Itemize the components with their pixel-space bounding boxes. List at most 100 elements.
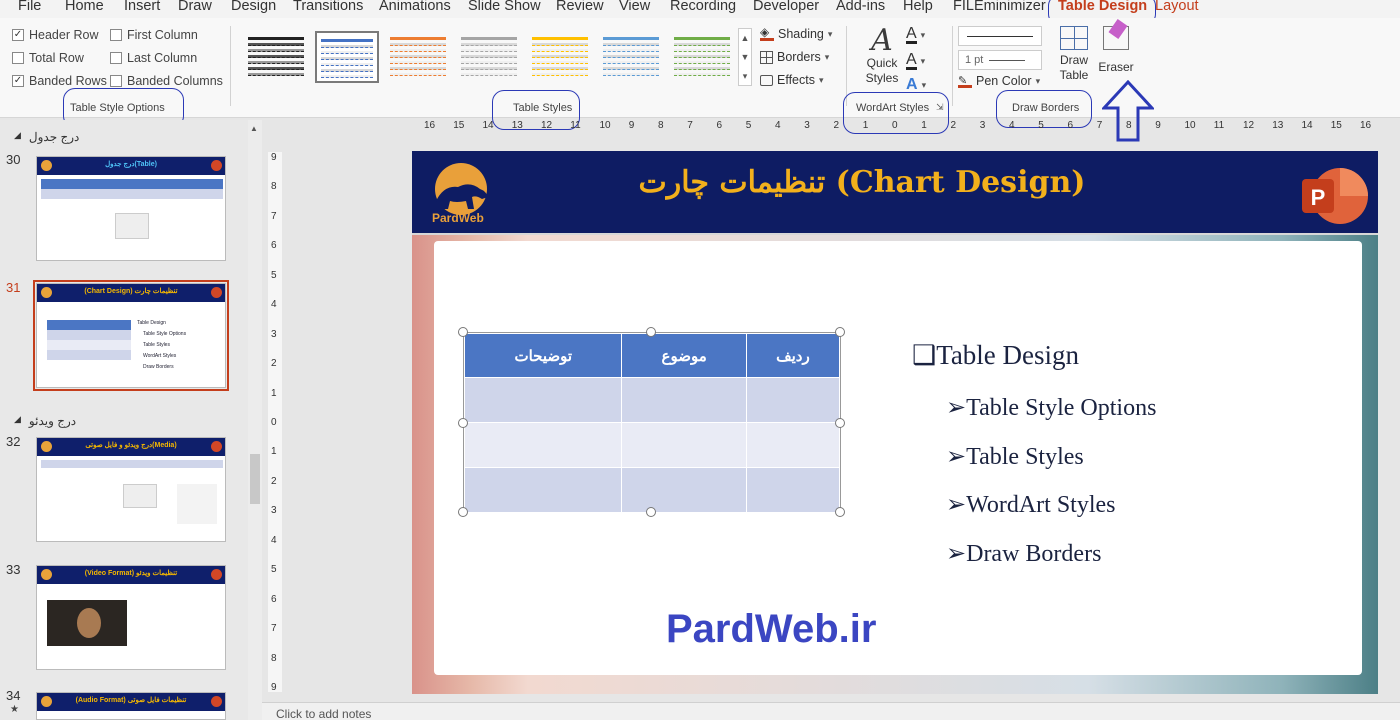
- tab-fileminimizer[interactable]: FILEminimizer: [953, 0, 1046, 14]
- borders-label: Borders: [777, 50, 821, 64]
- style-thumb-row: [321, 45, 373, 48]
- slide-thumbnail-31[interactable]: (Chart Design) تنظیمات چارت Table Design…: [33, 280, 229, 391]
- resize-handle[interactable]: [458, 327, 468, 337]
- resize-handle[interactable]: [646, 327, 656, 337]
- table-style-thumb[interactable]: [528, 31, 592, 83]
- resize-handle[interactable]: [835, 327, 845, 337]
- tab-transitions[interactable]: Transitions: [293, 0, 363, 14]
- eraser-button[interactable]: Eraser: [1096, 19, 1136, 74]
- table-header-cell[interactable]: ردیف: [745, 333, 841, 378]
- gallery-scroll[interactable]: ▲ ▼ ▾: [738, 28, 752, 86]
- table-cell[interactable]: [463, 422, 623, 468]
- tab-animations[interactable]: Animations: [379, 0, 451, 14]
- section-header[interactable]: ◢ درج ویدئو: [14, 414, 76, 428]
- header-row-option[interactable]: ✓ Header Row: [12, 28, 98, 42]
- bullet-item[interactable]: ➢Draw Borders: [946, 539, 1101, 568]
- tab-file[interactable]: File: [18, 0, 41, 14]
- notes-pane[interactable]: Click to add notes: [262, 702, 1400, 720]
- tab-draw[interactable]: Draw: [178, 0, 212, 14]
- ruler-tick-label: 4: [271, 534, 277, 546]
- table-cell[interactable]: [621, 377, 747, 423]
- pen-color-button[interactable]: ✎ Pen Color ▾: [958, 74, 1040, 88]
- slide-title[interactable]: تنظیمات چارت (Chart Design): [612, 165, 1112, 200]
- text-outline-button[interactable]: A ▾: [906, 52, 925, 70]
- tab-developer[interactable]: Developer: [753, 0, 819, 14]
- scroll-thumb[interactable]: [250, 454, 260, 504]
- resize-handle[interactable]: [458, 418, 468, 428]
- slide-canvas[interactable]: PardWeb تنظیمات چارت (Chart Design) P تو…: [412, 151, 1378, 694]
- ruler-tick-label: 11: [570, 120, 581, 131]
- tab-recording[interactable]: Recording: [670, 0, 736, 14]
- option-label: First Column: [127, 28, 198, 42]
- thumb-bullet: Table Style Options: [143, 331, 187, 337]
- table-style-thumb[interactable]: [457, 31, 521, 83]
- bullet-item[interactable]: ➢Table Style Options: [946, 393, 1156, 422]
- resize-handle[interactable]: [646, 507, 656, 517]
- tab-add-ins[interactable]: Add-ins: [836, 0, 885, 14]
- panel-scrollbar[interactable]: ▲: [248, 120, 262, 720]
- tab-view[interactable]: View: [619, 0, 650, 14]
- resize-handle[interactable]: [835, 507, 845, 517]
- table-cell[interactable]: [745, 377, 841, 423]
- bullet-main[interactable]: ❑Table Design: [912, 340, 1079, 371]
- ruler-tick-label: 6: [1067, 120, 1074, 131]
- pen-weight-dropdown[interactable]: 1 pt: [958, 50, 1042, 70]
- slide-number: 30: [6, 152, 21, 167]
- table-cell[interactable]: [463, 377, 623, 423]
- table-cell[interactable]: [745, 467, 841, 513]
- section-header[interactable]: ◢ درج جدول: [14, 130, 79, 144]
- tab-layout[interactable]: Layout: [1155, 0, 1199, 14]
- pen-style-dropdown[interactable]: [958, 26, 1042, 46]
- banded-columns-option[interactable]: Banded Columns: [110, 74, 223, 88]
- table-cell[interactable]: [621, 467, 747, 513]
- table-cell[interactable]: [463, 467, 623, 513]
- tab-design[interactable]: Design: [231, 0, 276, 14]
- table-style-thumb[interactable]: [670, 31, 734, 83]
- tab-slide-show[interactable]: Slide Show: [468, 0, 541, 14]
- ruler-tick-label: 6: [271, 240, 277, 252]
- slide-thumbnail-33[interactable]: (Video Format) تنظیمات ویدئو: [36, 565, 226, 670]
- shading-label: Shading: [778, 27, 824, 41]
- shading-button[interactable]: ◈ Shading ▾: [760, 26, 832, 41]
- slide-thumbnail-34[interactable]: (Audio Format) تنظیمات فایل صوتی: [36, 692, 226, 720]
- pen-weight-line: [989, 59, 1026, 61]
- table-style-thumb[interactable]: [386, 31, 450, 83]
- table-style-thumb[interactable]: [599, 31, 663, 83]
- table-cell[interactable]: [745, 422, 841, 468]
- text-fill-button[interactable]: A ▾: [906, 26, 925, 44]
- table-cell[interactable]: [621, 422, 747, 468]
- tab-help[interactable]: Help: [903, 0, 933, 14]
- effects-button[interactable]: Effects ▾: [760, 73, 824, 87]
- slide-thumbnail-30[interactable]: درج جدول(Table): [36, 156, 226, 261]
- text-outline-icon: A: [906, 51, 917, 70]
- style-thumb-row: [674, 43, 730, 46]
- chevron-down-icon: ▾: [824, 51, 830, 62]
- quick-styles-button[interactable]: A Quick Styles: [860, 26, 904, 86]
- borders-button[interactable]: Borders ▾: [760, 50, 829, 64]
- tab-review[interactable]: Review: [556, 0, 604, 14]
- table-style-thumb[interactable]: [244, 31, 308, 83]
- slide-table[interactable]: توضیحات موضوع ردیف: [463, 333, 841, 513]
- table-style-thumb[interactable]: [315, 31, 379, 83]
- resize-handle[interactable]: [835, 418, 845, 428]
- section-label: درج ویدئو: [28, 414, 77, 428]
- ruler-tick-label: 15: [1330, 120, 1342, 131]
- bullet-item[interactable]: ➢Table Styles: [946, 442, 1084, 471]
- scroll-up-icon[interactable]: ▲: [250, 124, 258, 133]
- table-header-cell[interactable]: توضیحات: [463, 333, 623, 378]
- ruler-tick-label: 5: [1038, 120, 1044, 131]
- resize-handle[interactable]: [458, 507, 468, 517]
- tab-home[interactable]: Home: [65, 0, 104, 14]
- banded-rows-option[interactable]: ✓ Banded Rows: [12, 74, 107, 88]
- table-header-cell[interactable]: موضوع: [621, 333, 747, 378]
- total-row-option[interactable]: Total Row: [12, 51, 84, 65]
- tab-insert[interactable]: Insert: [124, 0, 160, 14]
- draw-table-button[interactable]: Draw Table: [1054, 26, 1094, 83]
- bullet-item[interactable]: ➢WordArt Styles: [946, 490, 1116, 519]
- ruler-tick-label: 1: [921, 120, 927, 131]
- ruler-tick-label: 14: [1301, 120, 1313, 131]
- first-column-option[interactable]: First Column: [110, 28, 198, 42]
- slide-thumbnail-32[interactable]: درج ویدئو و فایل صوتی(Media): [36, 437, 226, 542]
- last-column-option[interactable]: Last Column: [110, 51, 197, 65]
- style-thumb-row: [603, 37, 659, 40]
